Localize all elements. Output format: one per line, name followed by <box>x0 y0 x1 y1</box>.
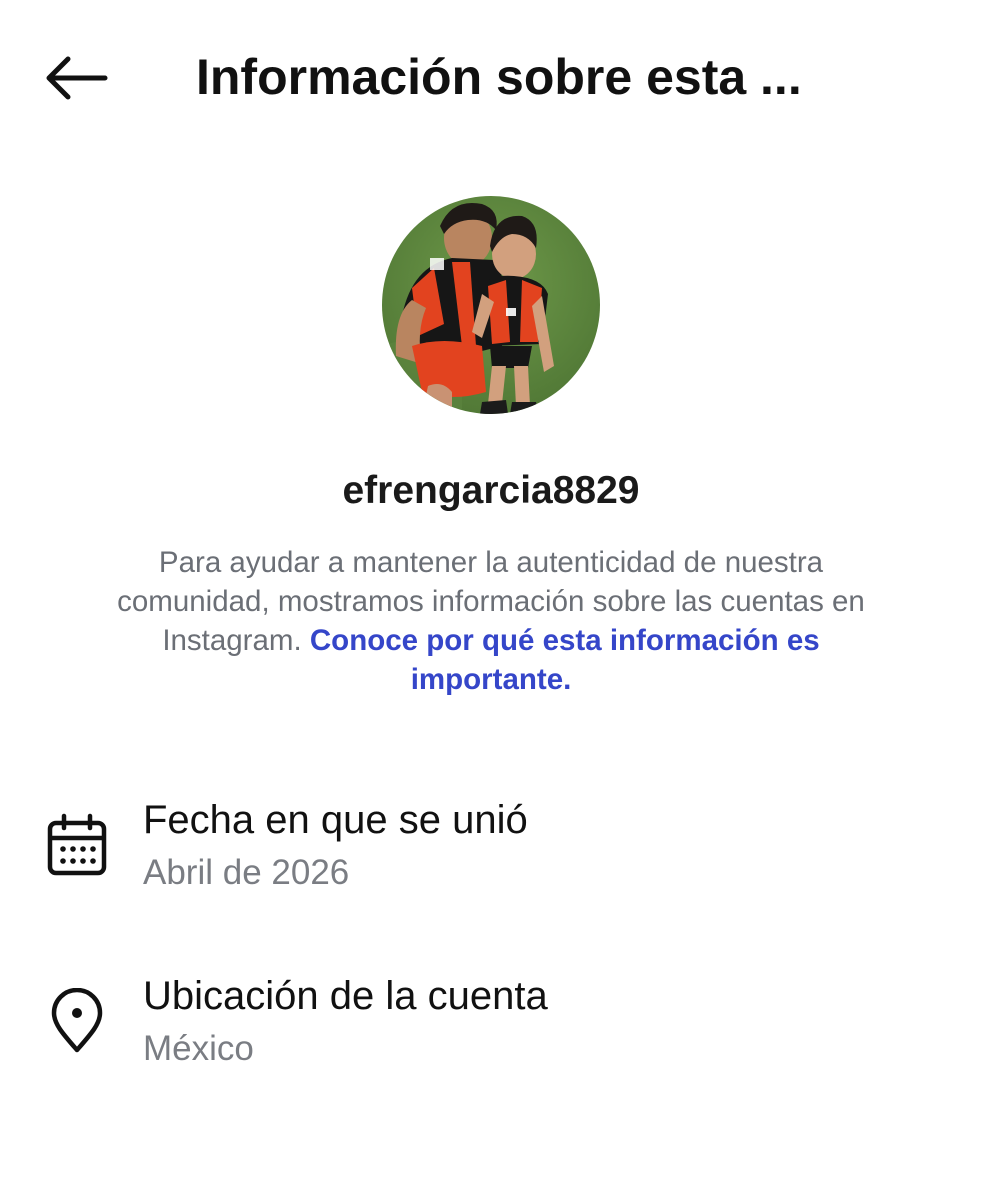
profile-photo <box>382 196 600 414</box>
username: efrengarcia8829 <box>342 469 640 512</box>
authenticity-description: Para ayudar a mantener la autenticidad d… <box>90 543 892 699</box>
learn-why-link[interactable]: Conoce por qué esta información es impor… <box>310 624 820 696</box>
date-joined-row: Fecha en que se unió Abril de 2026 <box>0 790 982 910</box>
arrow-left-icon <box>46 56 108 100</box>
location-pin-icon <box>40 984 114 1058</box>
date-joined-label: Fecha en que se unió <box>143 798 528 842</box>
calendar-icon <box>40 808 114 882</box>
back-button[interactable] <box>38 46 114 110</box>
date-joined-value: Abril de 2026 <box>143 853 350 892</box>
account-location-value: México <box>143 1029 254 1068</box>
account-location-row: Ubicación de la cuenta México <box>0 966 982 1086</box>
avatar[interactable] <box>382 196 600 414</box>
account-location-label: Ubicación de la cuenta <box>143 974 548 1018</box>
page-title: Información sobre esta ... <box>196 49 802 105</box>
top-app-bar: Información sobre esta ... <box>0 0 982 160</box>
